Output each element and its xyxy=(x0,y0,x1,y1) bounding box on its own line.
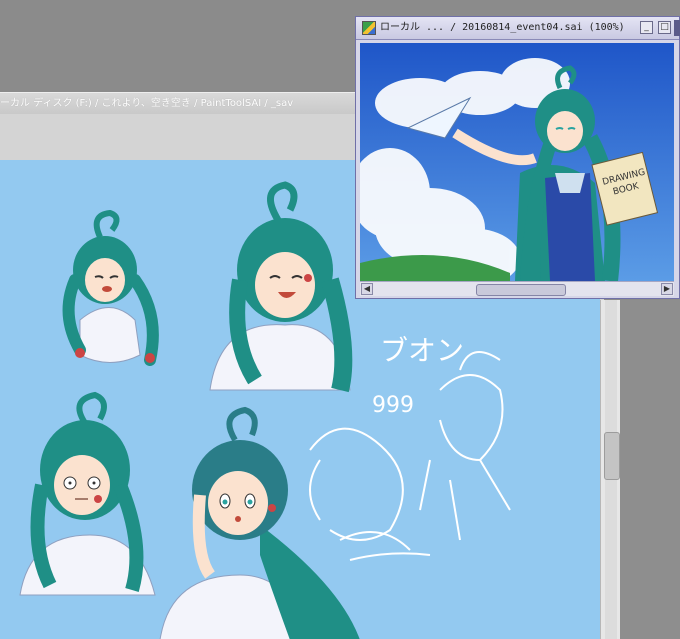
minimize-button[interactable]: _ xyxy=(640,21,653,34)
sketch-text-999: 999 xyxy=(372,393,414,418)
sai-document-icon xyxy=(362,21,376,35)
character-3 xyxy=(19,391,156,596)
character-2 xyxy=(209,181,353,393)
scrollbar-thumb[interactable] xyxy=(604,432,620,480)
preview-window-title: ローカル ... / 20160814_event04.sai (100%) xyxy=(380,22,625,33)
preview-horizontal-scrollbar[interactable]: ◀ ▶ xyxy=(360,281,674,296)
sketch-text-buon: ブオン xyxy=(380,334,464,367)
preview-window-titlebar[interactable]: ローカル ... / 20160814_event04.sai (100%) _… xyxy=(356,17,679,40)
scroll-right-arrow-icon[interactable]: ▶ xyxy=(661,283,673,295)
preview-window[interactable]: ローカル ... / 20160814_event04.sai (100%) _… xyxy=(355,16,680,299)
character-4 xyxy=(159,406,360,639)
scroll-left-arrow-icon[interactable]: ◀ xyxy=(361,283,373,295)
illustration-preview[interactable]: DRAWING BOOK xyxy=(360,43,674,281)
main-window-titlebar[interactable]: ーカル ディスク (F:) / これより、空き空き / PaintToolSAI… xyxy=(0,92,356,116)
main-window-path: ーカル ディスク (F:) / これより、空き空き / PaintToolSAI… xyxy=(0,98,294,109)
maximize-button[interactable]: □ xyxy=(658,21,671,34)
canvas-vertical-scrollbar[interactable] xyxy=(600,300,621,639)
workspace-background xyxy=(620,300,680,639)
character-1 xyxy=(62,209,159,366)
illustration-svg: DRAWING BOOK xyxy=(360,43,674,281)
window-edge-handle[interactable] xyxy=(674,20,680,36)
scrollbar-thumb[interactable] xyxy=(476,284,566,296)
